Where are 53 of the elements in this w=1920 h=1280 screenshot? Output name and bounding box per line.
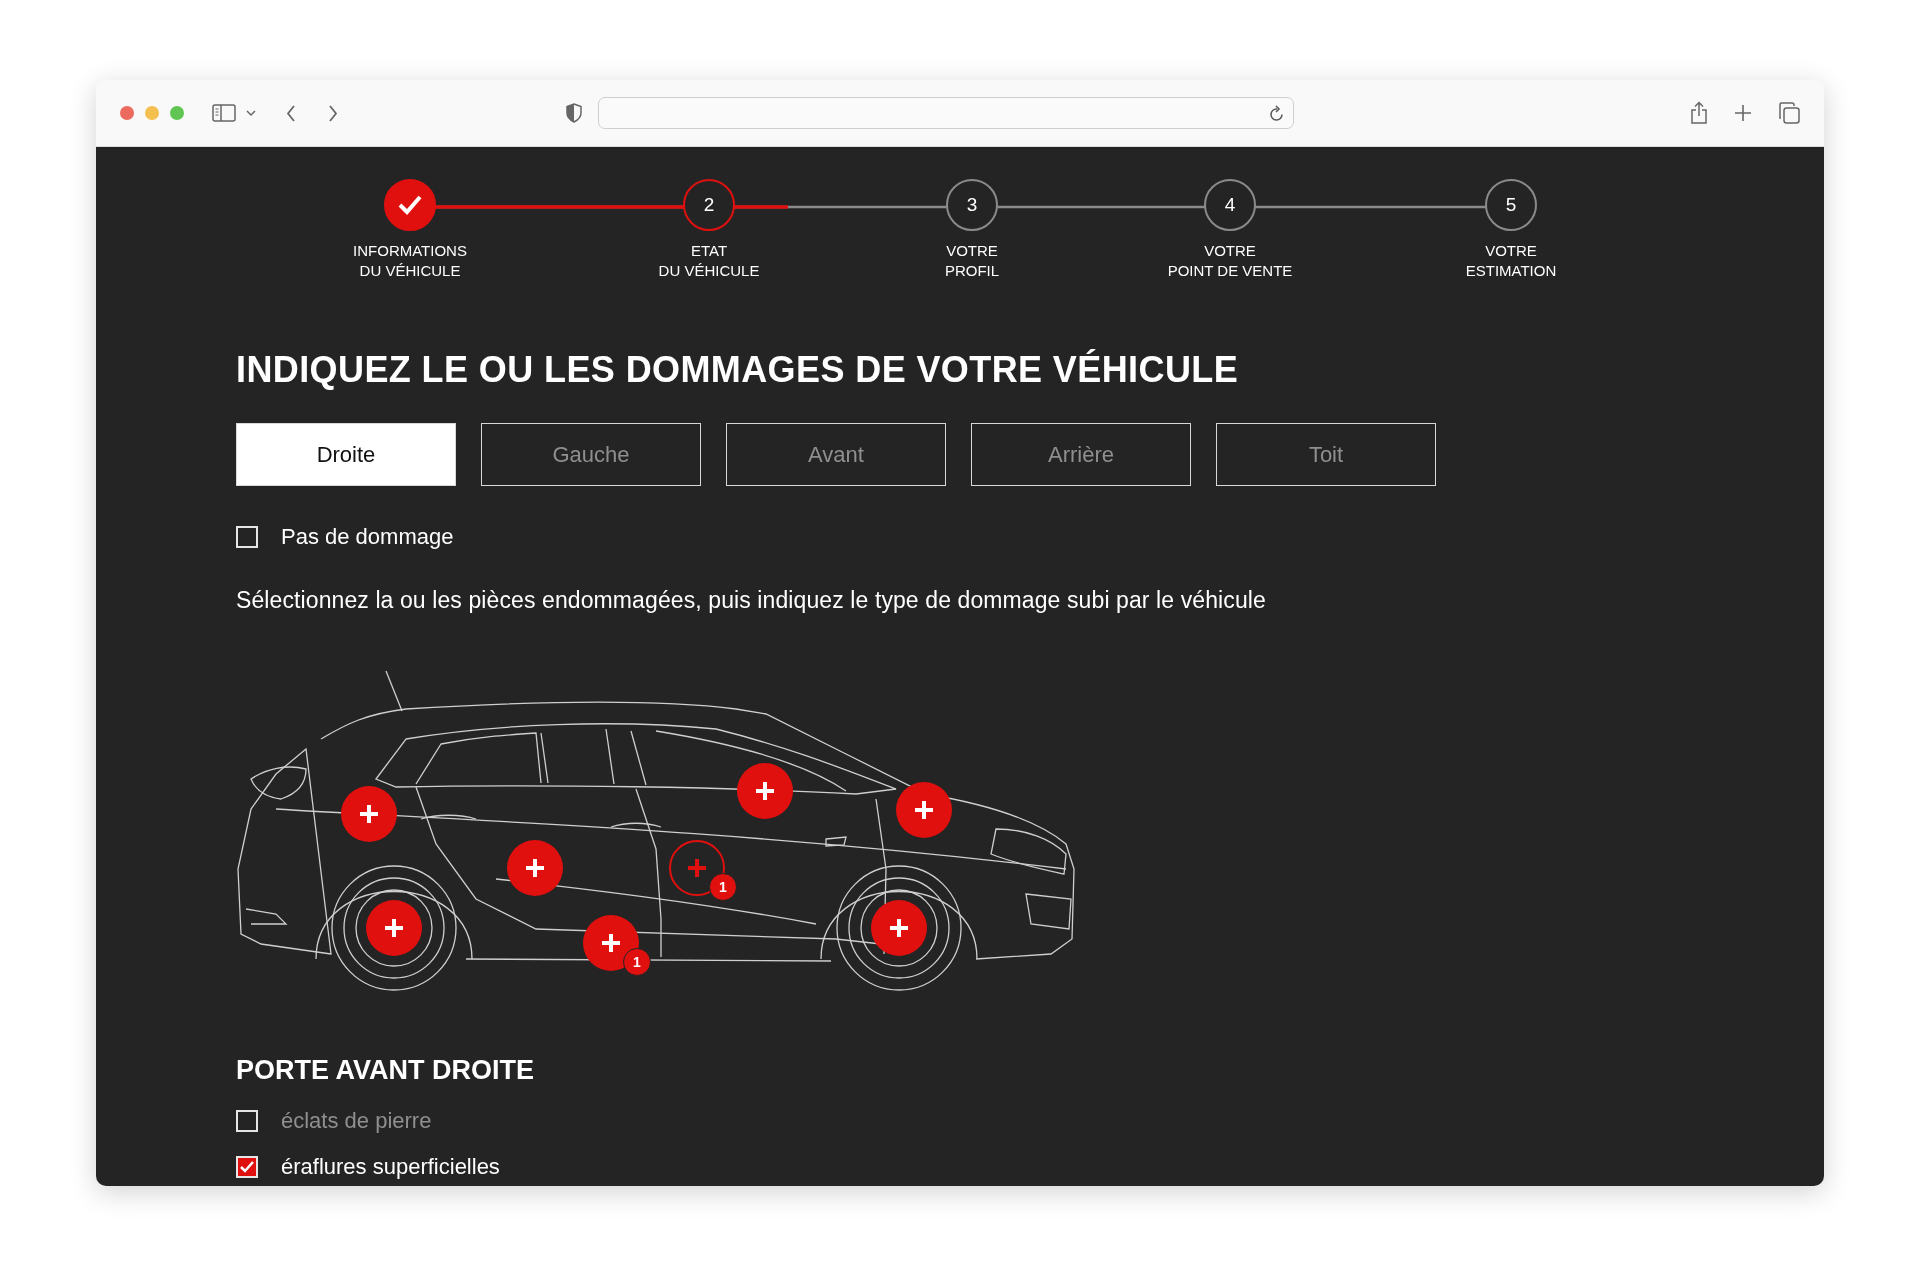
checkbox[interactable] bbox=[236, 526, 258, 548]
page-title: INDIQUEZ LE OU LES DOMMAGES DE VOTRE VÉHICULE bbox=[236, 349, 1240, 391]
add-damage-button[interactable] bbox=[507, 840, 563, 896]
address-field[interactable] bbox=[598, 97, 1294, 129]
checkbox-label: éraflures superficielles bbox=[281, 1154, 500, 1180]
forward-icon[interactable] bbox=[328, 104, 338, 122]
add-damage-button[interactable] bbox=[871, 900, 927, 956]
check-icon bbox=[239, 1160, 255, 1174]
plus-icon bbox=[888, 917, 910, 939]
step-number: 2 bbox=[703, 194, 715, 216]
reload-icon[interactable] bbox=[1269, 104, 1285, 122]
section-title: PORTE AVANT DROITE bbox=[236, 1055, 535, 1086]
close-button[interactable] bbox=[120, 106, 134, 120]
share-icon[interactable] bbox=[1690, 101, 1708, 125]
step-label: VOTRE POINT DE VENTE bbox=[1167, 241, 1293, 281]
count-badge: 1 bbox=[709, 873, 737, 901]
checkbox[interactable] bbox=[236, 1110, 258, 1132]
checkbox[interactable] bbox=[236, 1156, 258, 1178]
step-label: ETAT DU VÉHICULE bbox=[658, 241, 760, 281]
add-damage-button[interactable] bbox=[896, 782, 952, 838]
checkbox-label: éclats de pierre bbox=[281, 1108, 432, 1134]
plus-icon[interactable] bbox=[1734, 104, 1752, 122]
sidebar-icon[interactable] bbox=[212, 104, 236, 122]
chevron-down-icon[interactable] bbox=[246, 109, 256, 117]
side-tab[interactable]: Toit bbox=[1216, 423, 1436, 486]
side-tab[interactable]: Avant bbox=[726, 423, 946, 486]
tabs-icon[interactable] bbox=[1778, 102, 1800, 124]
add-damage-button[interactable] bbox=[583, 915, 639, 971]
plus-icon bbox=[524, 857, 546, 879]
step-label: INFORMATIONS DU VÉHICULE bbox=[353, 241, 467, 281]
plus-icon bbox=[600, 932, 622, 954]
plus-icon bbox=[686, 857, 708, 879]
plus-icon bbox=[754, 780, 776, 802]
plus-icon bbox=[358, 803, 380, 825]
add-damage-button[interactable] bbox=[341, 786, 397, 842]
side-tab[interactable]: Droite bbox=[236, 423, 456, 486]
add-damage-button[interactable] bbox=[366, 900, 422, 956]
add-damage-button[interactable] bbox=[737, 763, 793, 819]
check-icon bbox=[397, 194, 423, 216]
shield-icon[interactable] bbox=[566, 103, 582, 123]
step-number: 5 bbox=[1505, 194, 1517, 216]
plus-icon bbox=[913, 799, 935, 821]
instruction-text: Sélectionnez la ou les pièces endommagées, puis indiquez le type de dommage subi par le véhicule bbox=[236, 587, 1267, 614]
checkbox-label: Pas de dommage bbox=[281, 524, 454, 550]
step-label: VOTRE ESTIMATION bbox=[1465, 241, 1557, 281]
count-badge: 1 bbox=[623, 948, 651, 976]
step-label: VOTRE PROFIL bbox=[944, 241, 1000, 281]
step-number: 4 bbox=[1224, 194, 1236, 216]
side-tab[interactable]: Gauche bbox=[481, 423, 701, 486]
step-number: 3 bbox=[966, 194, 978, 216]
back-icon[interactable] bbox=[286, 104, 296, 122]
side-tab[interactable]: Arrière bbox=[971, 423, 1191, 486]
plus-icon bbox=[383, 917, 405, 939]
